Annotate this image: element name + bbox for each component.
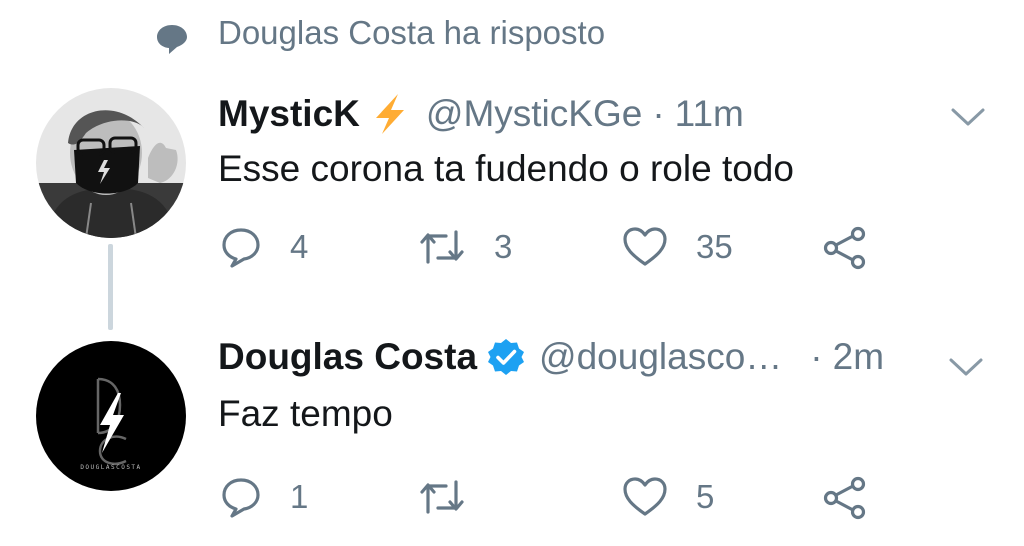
reply-count: 1: [290, 478, 309, 515]
retweet-button[interactable]: 3: [418, 226, 514, 268]
tweet-text: Faz tempo: [218, 393, 393, 434]
heart-icon: [623, 477, 667, 516]
avatar[interactable]: [36, 88, 186, 238]
reply-context-label: Douglas Costa ha risposto: [218, 14, 606, 51]
retweet-icon: [420, 480, 464, 514]
like-count: 35: [696, 228, 733, 265]
verified-icon: [487, 338, 525, 376]
timestamp[interactable]: 2m: [833, 336, 884, 378]
display-name[interactable]: Douglas Costa: [218, 336, 477, 378]
timestamp[interactable]: 11m: [675, 93, 744, 135]
reply-button[interactable]: 4: [220, 226, 310, 268]
thread-line: [108, 244, 113, 330]
separator-dot: ·: [652, 93, 665, 134]
share-icon: [823, 226, 866, 270]
heart-icon: [623, 227, 667, 266]
retweet-count: 3: [494, 228, 513, 265]
handle[interactable]: @MysticKGe: [426, 93, 642, 135]
share-button[interactable]: [822, 226, 896, 270]
chevron-down-icon[interactable]: [950, 106, 986, 128]
like-button[interactable]: 5: [622, 476, 716, 518]
reply-count: 4: [290, 228, 309, 265]
tweet-header: MysticK @MysticKGe · 11m: [218, 92, 744, 136]
avatar[interactable]: DOUGLASCOSTA: [36, 341, 186, 491]
retweet-icon: [420, 230, 464, 264]
tweet-header: Douglas Costa @douglasco… · 2m: [218, 336, 884, 378]
tweet-text: Esse corona ta fudendo o role todo: [218, 148, 794, 189]
share-button[interactable]: [822, 476, 896, 520]
svg-text:DOUGLASCOSTA: DOUGLASCOSTA: [80, 464, 141, 471]
reply-icon: [222, 228, 260, 268]
reply-button[interactable]: 1: [220, 476, 310, 518]
reply-icon: [222, 478, 260, 518]
retweet-button[interactable]: [418, 476, 514, 518]
separator-dot: ·: [810, 336, 823, 377]
speech-bubble-icon: [155, 22, 189, 56]
like-button[interactable]: 35: [622, 226, 733, 268]
chevron-down-icon[interactable]: [948, 356, 984, 378]
share-icon: [823, 476, 866, 520]
lightning-icon: [370, 92, 410, 136]
handle[interactable]: @douglasco…: [539, 336, 782, 378]
display-name[interactable]: MysticK: [218, 93, 360, 135]
like-count: 5: [696, 478, 715, 515]
